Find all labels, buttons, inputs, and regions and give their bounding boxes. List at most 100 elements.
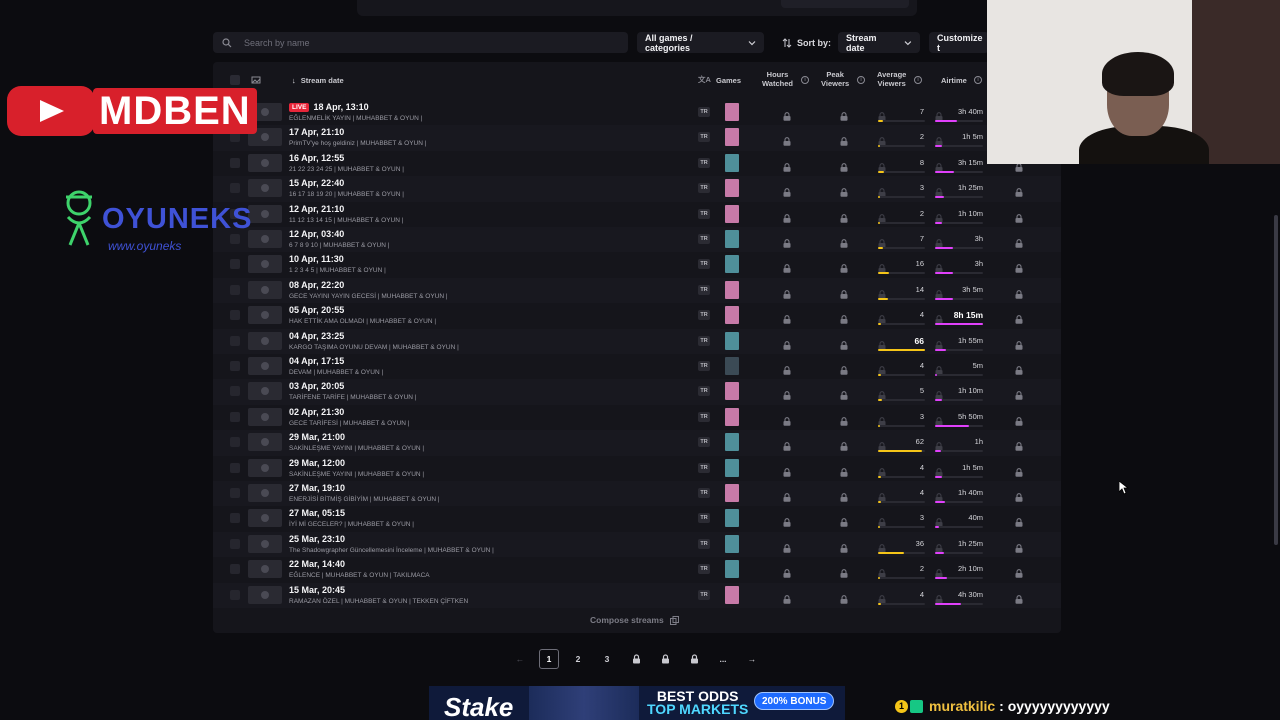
table-row[interactable]: 12 Apr, 21:10 11 12 13 14 15 | MUHABBET &… bbox=[213, 202, 1061, 227]
game-cover-thumbnail[interactable] bbox=[725, 255, 739, 274]
stream-thumbnail[interactable] bbox=[248, 407, 282, 426]
game-cover-thumbnail[interactable] bbox=[725, 357, 739, 375]
row-checkbox[interactable] bbox=[230, 310, 240, 321]
row-checkbox[interactable] bbox=[230, 488, 240, 498]
stream-thumbnail[interactable] bbox=[248, 153, 282, 172]
game-cover-thumbnail[interactable] bbox=[725, 128, 739, 147]
stream-date[interactable]: 15 Mar, 20:45 bbox=[289, 585, 345, 595]
table-row[interactable]: 25 Mar, 23:10 The Shadowgrapher Güncellem… bbox=[213, 531, 1061, 558]
stream-thumbnail[interactable] bbox=[248, 534, 282, 553]
stream-date[interactable]: 29 Mar, 12:00 bbox=[289, 458, 345, 468]
table-row[interactable]: 12 Apr, 03:40 6 7 8 9 10 | MUHABBET & OYU… bbox=[213, 227, 1061, 253]
row-checkbox[interactable] bbox=[230, 462, 240, 473]
stream-thumbnail[interactable] bbox=[248, 458, 282, 477]
game-cover-thumbnail[interactable] bbox=[725, 407, 739, 426]
stream-thumbnail[interactable] bbox=[248, 230, 282, 248]
games-filter-dropdown[interactable]: All games / categories bbox=[637, 32, 764, 53]
stream-date[interactable]: 16 Apr, 12:55 bbox=[289, 153, 344, 163]
game-cover-thumbnail[interactable] bbox=[725, 585, 739, 604]
stream-date-header[interactable]: ↓ Stream date bbox=[292, 76, 344, 85]
compose-streams-button[interactable]: Compose streams bbox=[590, 615, 679, 625]
page-scrollbar[interactable] bbox=[1274, 215, 1278, 545]
info-icon[interactable]: i bbox=[857, 76, 865, 84]
locked-page-button[interactable] bbox=[684, 649, 704, 669]
stream-date[interactable]: 08 Apr, 22:20 bbox=[289, 280, 344, 290]
game-cover-thumbnail[interactable] bbox=[725, 433, 739, 452]
table-row[interactable]: 29 Mar, 12:00 SAKİNLEŞME YAYINI | MUHABBE… bbox=[213, 456, 1061, 481]
average-viewers-header[interactable]: Average Viewers bbox=[877, 70, 906, 88]
page-1-button[interactable]: 1 bbox=[539, 649, 559, 669]
row-checkbox[interactable] bbox=[230, 437, 240, 448]
game-cover-thumbnail[interactable] bbox=[725, 509, 739, 528]
airtime-header[interactable]: Airtime bbox=[941, 76, 967, 85]
page-3-button[interactable]: 3 bbox=[597, 649, 617, 669]
row-checkbox[interactable] bbox=[230, 538, 240, 549]
game-cover-thumbnail[interactable] bbox=[725, 153, 739, 172]
stream-date[interactable]: 12 Apr, 03:40 bbox=[289, 229, 344, 239]
search-box[interactable] bbox=[213, 32, 628, 53]
stream-date[interactable]: 04 Apr, 23:25 bbox=[289, 331, 344, 341]
table-row[interactable]: 08 Apr, 22:20 GECE YAYINI YAYIN GECESİ | … bbox=[213, 277, 1061, 304]
row-checkbox[interactable] bbox=[230, 513, 240, 524]
row-checkbox[interactable] bbox=[230, 411, 240, 422]
search-input[interactable] bbox=[244, 37, 604, 48]
info-icon[interactable]: i bbox=[914, 76, 922, 84]
info-icon[interactable]: i bbox=[974, 76, 982, 84]
table-row[interactable]: 15 Apr, 22:40 16 17 18 19 20 | MUHABBET &… bbox=[213, 176, 1061, 202]
game-cover-thumbnail[interactable] bbox=[725, 534, 739, 553]
game-cover-thumbnail[interactable] bbox=[725, 179, 739, 198]
stream-thumbnail[interactable] bbox=[248, 509, 282, 528]
prev-page-button[interactable]: ← bbox=[510, 649, 530, 669]
stream-date[interactable]: 27 Mar, 19:10 bbox=[289, 483, 345, 493]
game-cover-thumbnail[interactable] bbox=[725, 484, 739, 502]
stream-date[interactable]: 04 Apr, 17:15 bbox=[289, 356, 344, 366]
locked-page-button[interactable] bbox=[655, 649, 675, 669]
stream-thumbnail[interactable] bbox=[248, 433, 282, 452]
table-row[interactable]: 04 Apr, 23:25 KARGO TAŞIMA OYUNU DEVAM | … bbox=[213, 328, 1061, 354]
table-row[interactable]: 10 Apr, 11:30 1 2 3 4 5 | MUHABBET & OYUN… bbox=[213, 252, 1061, 277]
game-cover-thumbnail[interactable] bbox=[725, 204, 739, 223]
row-checkbox[interactable] bbox=[230, 335, 240, 346]
table-row[interactable]: 04 Apr, 17:15 DEVAM | MUHABBET & OYUN | TR… bbox=[213, 354, 1061, 379]
game-cover-thumbnail[interactable] bbox=[725, 230, 739, 248]
stream-date[interactable]: 12 Apr, 21:10 bbox=[289, 204, 344, 214]
table-row[interactable]: 17 Apr, 21:10 PrimTV'ye hoş geldiniz | MU… bbox=[213, 125, 1061, 151]
game-cover-thumbnail[interactable] bbox=[725, 280, 739, 299]
stream-thumbnail[interactable] bbox=[248, 357, 282, 375]
row-checkbox[interactable] bbox=[230, 589, 240, 600]
stream-date[interactable]: 05 Apr, 20:55 bbox=[289, 305, 344, 315]
table-row[interactable]: 16 Apr, 12:55 21 22 23 24 25 | MUHABBET &… bbox=[213, 151, 1061, 176]
game-cover-thumbnail[interactable] bbox=[725, 103, 739, 121]
stream-date[interactable]: 22 Mar, 14:40 bbox=[289, 559, 345, 569]
stream-thumbnail[interactable] bbox=[248, 280, 282, 299]
stream-thumbnail[interactable] bbox=[248, 306, 282, 325]
table-row[interactable]: 29 Mar, 21:00 SAKİNLEŞME YAYINI | MUHABBE… bbox=[213, 430, 1061, 456]
game-cover-thumbnail[interactable] bbox=[725, 458, 739, 477]
row-checkbox[interactable] bbox=[230, 259, 240, 270]
row-checkbox[interactable] bbox=[230, 386, 240, 397]
sort-dropdown[interactable]: Stream date bbox=[838, 32, 920, 53]
hours-watched-header[interactable]: Hours Watched bbox=[762, 70, 793, 88]
table-row[interactable]: LIVE 18 Apr, 13:10 EĞLENMELİK YAYIN | MUHA… bbox=[213, 100, 1061, 125]
stream-thumbnail[interactable] bbox=[248, 382, 282, 401]
stream-thumbnail[interactable] bbox=[248, 484, 282, 502]
table-row[interactable]: 27 Mar, 19:10 ENERJİSİ BİTMİŞ GİBİYİM | M… bbox=[213, 481, 1061, 507]
game-cover-thumbnail[interactable] bbox=[725, 306, 739, 325]
stream-date[interactable]: 10 Apr, 11:30 bbox=[289, 254, 344, 264]
game-cover-thumbnail[interactable] bbox=[725, 560, 739, 579]
stream-thumbnail[interactable] bbox=[248, 560, 282, 579]
table-row[interactable]: 15 Mar, 20:45 RAMAZAN ÖZEL | MUHABBET & O… bbox=[213, 582, 1061, 608]
page-2-button[interactable]: 2 bbox=[568, 649, 588, 669]
stream-date[interactable]: 27 Mar, 05:15 bbox=[289, 508, 345, 518]
row-checkbox[interactable] bbox=[230, 361, 240, 371]
game-cover-thumbnail[interactable] bbox=[725, 331, 739, 350]
stream-date[interactable]: 29 Mar, 21:00 bbox=[289, 432, 345, 442]
peak-viewers-header[interactable]: Peak Viewers bbox=[821, 70, 849, 88]
info-icon[interactable]: i bbox=[801, 76, 809, 84]
stream-date[interactable]: 02 Apr, 21:30 bbox=[289, 407, 344, 417]
table-row[interactable]: 27 Mar, 05:15 İYİ Mİ GECELER? | MUHABBET … bbox=[213, 506, 1061, 531]
locked-page-button[interactable] bbox=[626, 649, 646, 669]
stream-date[interactable]: 17 Apr, 21:10 bbox=[289, 127, 344, 137]
table-row[interactable]: 03 Apr, 20:05 TARİFENE TARİFE | MUHABBET … bbox=[213, 379, 1061, 405]
stream-thumbnail[interactable] bbox=[248, 179, 282, 198]
